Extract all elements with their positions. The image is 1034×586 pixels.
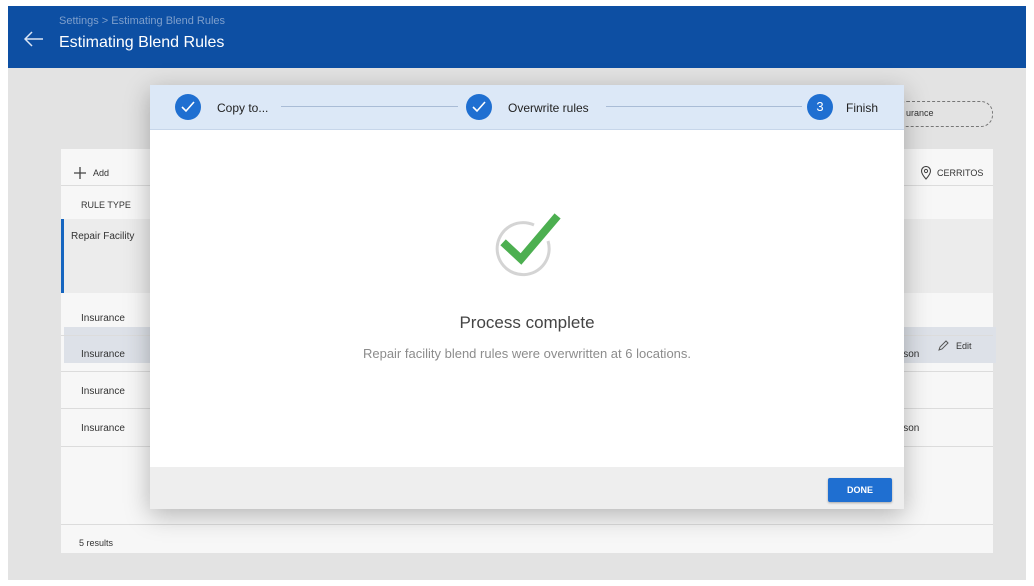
page-title: Estimating Blend Rules (59, 34, 225, 51)
results-count: 5 results (79, 538, 114, 548)
step-connector (606, 106, 802, 107)
step-3-active-badge: 3 (807, 94, 833, 120)
location-label: CERRITOS (937, 168, 984, 178)
wizard-stepper: Copy to... Overwrite rules 3 Finish (150, 85, 904, 130)
process-complete-dialog: Copy to... Overwrite rules 3 Finish Proc… (150, 85, 904, 509)
step-1-complete-icon (175, 94, 201, 120)
success-message: Repair facility blend rules were overwri… (362, 346, 692, 361)
location-selector[interactable]: CERRITOS (916, 163, 991, 183)
pencil-icon (938, 340, 949, 351)
filter-chip[interactable]: urance (895, 101, 993, 127)
table-cell-rule-type: Repair Facility (71, 231, 135, 242)
add-label: Add (93, 168, 110, 178)
step-label: Overwrite rules (508, 101, 589, 115)
success-title: Process complete (459, 313, 595, 332)
step-number: 3 (816, 99, 824, 114)
table-cell-rule-type: Insurance (81, 313, 125, 324)
step-label: Copy to... (217, 101, 269, 115)
dialog-footer: DONE (150, 467, 904, 509)
table-cell-rule-type: Insurance (81, 423, 125, 434)
table-cell-rule-type: Insurance (81, 349, 125, 360)
edit-button[interactable]: Edit (934, 337, 984, 355)
column-header-rule-type: RULE TYPE (81, 200, 131, 210)
step-connector (281, 106, 458, 107)
breadcrumb[interactable]: Settings > Estimating Blend Rules (59, 15, 225, 27)
app-window: Settings > Estimating Blend Rules Estima… (8, 6, 1026, 580)
back-arrow-icon[interactable] (24, 31, 44, 47)
filter-chip-label: urance (906, 108, 934, 118)
step-2-complete-icon (466, 94, 492, 120)
divider (61, 524, 993, 525)
edit-label: Edit (956, 341, 972, 351)
location-pin-icon (920, 166, 932, 180)
plus-icon (74, 167, 86, 179)
table-cell-rule-type: Insurance (81, 386, 125, 397)
add-button[interactable]: Add (71, 163, 121, 183)
success-check-icon (492, 212, 564, 280)
done-button[interactable]: DONE (828, 478, 892, 502)
step-label: Finish (846, 101, 879, 115)
app-header: Settings > Estimating Blend Rules Estima… (8, 6, 1026, 68)
